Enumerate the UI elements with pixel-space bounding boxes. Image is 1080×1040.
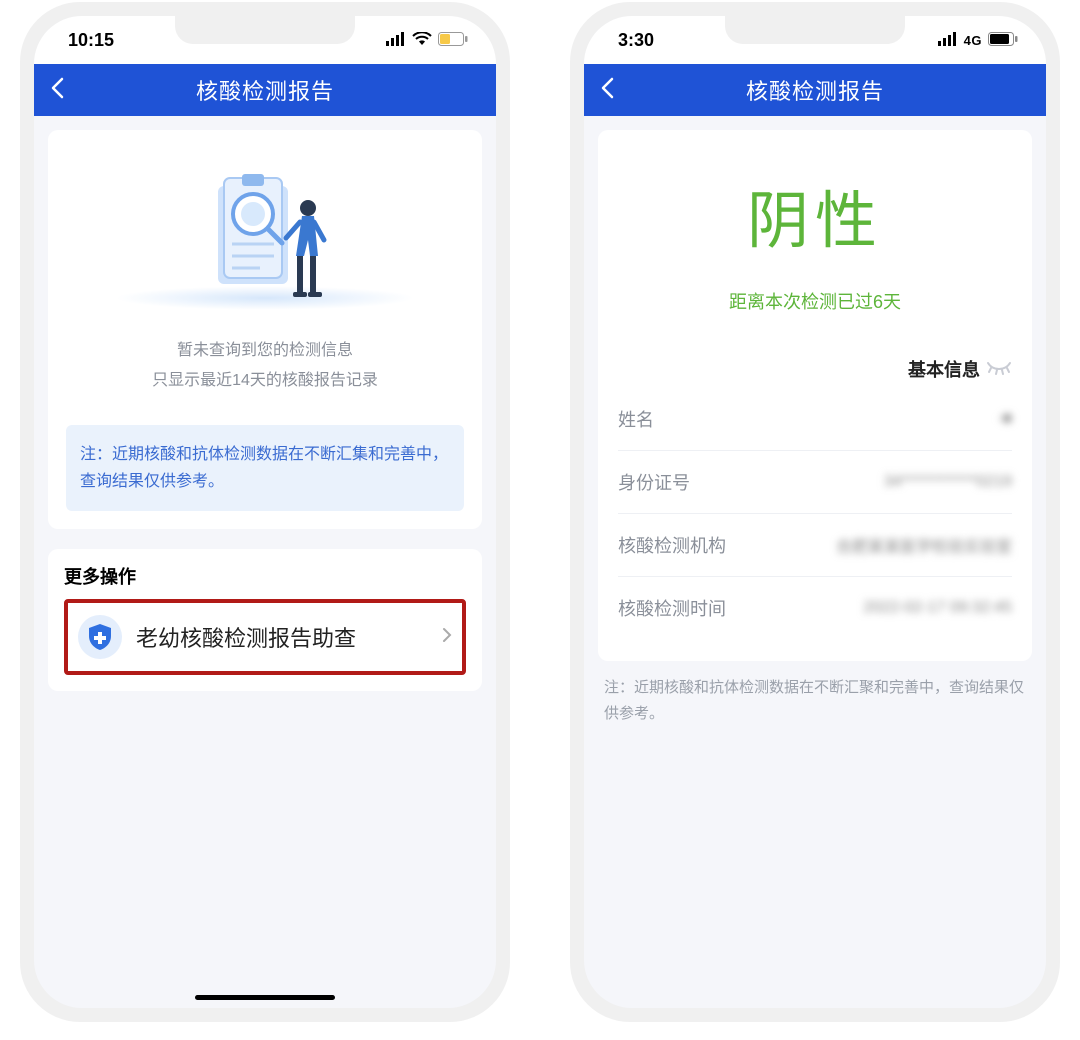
name-label: 姓名 <box>618 406 654 432</box>
id-label: 身份证号 <box>618 469 690 495</box>
result-text: 阴性 <box>618 170 1012 260</box>
battery-icon <box>438 30 468 51</box>
result-subtitle: 距离本次检测已过6天 <box>618 288 1012 314</box>
info-row-time: 核酸检测时间 2022-02-17 09:32:45 <box>618 577 1012 639</box>
home-indicator[interactable] <box>195 995 335 1000</box>
more-ops-title: 更多操作 <box>64 563 466 589</box>
shield-icon <box>78 615 122 659</box>
nav-bar: 核酸检测报告 <box>584 64 1046 116</box>
info-row-name: 姓名 ·■ <box>618 388 1012 451</box>
screen-right: 3:30 4G 核酸检测报告 阴性 距离本次检测已过6天 基本信息 <box>584 16 1046 1008</box>
empty-text: 暂未查询到您的检测信息 只显示最近14天的核酸报告记录 <box>66 336 464 397</box>
org-value: 合肥某某医学检验实验室 <box>836 533 1012 557</box>
empty-illustration <box>66 148 464 318</box>
status-time: 3:30 <box>618 30 654 51</box>
info-row-org: 核酸检测机构 合肥某某医学检验实验室 <box>618 514 1012 577</box>
info-row-id: 身份证号 34************0219 <box>618 451 1012 514</box>
page-title: 核酸检测报告 <box>34 74 496 106</box>
page-title: 核酸检测报告 <box>584 74 1046 106</box>
status-right <box>386 30 468 51</box>
nav-bar: 核酸检测报告 <box>34 64 496 116</box>
org-label: 核酸检测机构 <box>618 532 726 558</box>
network-label: 4G <box>964 33 982 48</box>
assisted-query-row[interactable]: 老幼核酸检测报告助查 <box>64 599 466 675</box>
footnote: 注：近期核酸和抗体检测数据在不断汇聚和完善中，查询结果仅供参考。 <box>584 675 1046 726</box>
empty-line-2: 只显示最近14天的核酸报告记录 <box>66 366 464 396</box>
empty-line-1: 暂未查询到您的检测信息 <box>66 336 464 366</box>
signal-icon <box>386 30 406 51</box>
content-area: 暂未查询到您的检测信息 只显示最近14天的核酸报告记录 注：近期核酸和抗体检测数… <box>34 116 496 705</box>
eye-closed-icon[interactable] <box>986 359 1012 380</box>
notch <box>725 16 905 44</box>
name-value: ·■ <box>997 410 1012 428</box>
more-operations-card: 更多操作 老幼核酸检测报告助查 <box>48 549 482 691</box>
wifi-icon <box>412 30 432 51</box>
status-right: 4G <box>938 30 1018 51</box>
status-time: 10:15 <box>68 30 114 51</box>
id-value: 34************0219 <box>884 473 1012 491</box>
signal-icon <box>938 30 958 51</box>
empty-state-card: 暂未查询到您的检测信息 只显示最近14天的核酸报告记录 注：近期核酸和抗体检测数… <box>48 130 482 529</box>
notch <box>175 16 355 44</box>
time-value: 2022-02-17 09:32:45 <box>863 599 1012 617</box>
note-box: 注：近期核酸和抗体检测数据在不断汇集和完善中，查询结果仅供参考。 <box>66 425 464 511</box>
assisted-query-label: 老幼核酸检测报告助查 <box>136 621 428 653</box>
screen-left: 10:15 核酸检测报告 <box>34 16 496 1008</box>
basic-info-title: 基本信息 <box>908 356 980 382</box>
back-button[interactable] <box>50 77 64 104</box>
time-label: 核酸检测时间 <box>618 595 726 621</box>
back-button[interactable] <box>600 77 614 104</box>
basic-info-header: 基本信息 <box>618 356 1012 382</box>
phone-frame-left: 10:15 核酸检测报告 <box>20 2 510 1022</box>
chevron-right-icon <box>442 627 452 648</box>
result-card: 阴性 距离本次检测已过6天 基本信息 姓名 ·■ 身份证号 34********… <box>598 130 1032 661</box>
phone-frame-right: 3:30 4G 核酸检测报告 阴性 距离本次检测已过6天 基本信息 <box>570 2 1060 1022</box>
battery-icon <box>988 30 1018 51</box>
